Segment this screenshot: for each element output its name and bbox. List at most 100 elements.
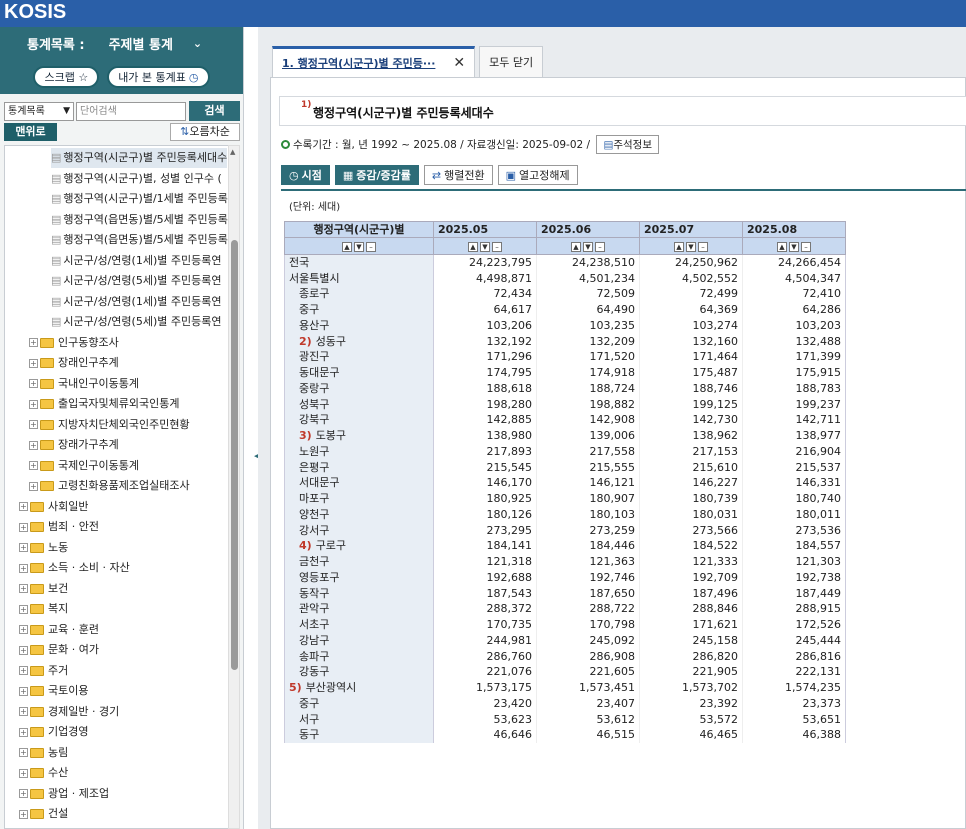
tree-leaf-table[interactable]: ▤ 시군구/성/연령(1세)별 주민등록연	[51, 251, 221, 271]
expand-icon[interactable]: +	[19, 727, 28, 737]
tree-folder[interactable]: + 출입국자및체류외국인통계	[29, 394, 179, 414]
tree-folder[interactable]: + 노동	[19, 538, 68, 558]
tree-folder[interactable]: + 범죄 · 안전	[19, 517, 99, 537]
column-header[interactable]: 2025.06	[536, 221, 640, 238]
row-footnote[interactable]: 4)	[299, 539, 312, 552]
expand-icon[interactable]: +	[19, 789, 28, 798]
expand-icon[interactable]: +	[19, 686, 28, 696]
close-icon[interactable]: ✕	[453, 55, 465, 71]
sort-desc-icon[interactable]: ▼	[354, 241, 364, 252]
note-info-button[interactable]: ▤주석정보	[596, 135, 659, 154]
expand-icon[interactable]: +	[29, 358, 38, 368]
expand-icon[interactable]: +	[19, 768, 28, 778]
expand-icon[interactable]: +	[19, 645, 28, 655]
chevron-down-icon[interactable]: ⌄	[193, 37, 202, 50]
row-footnote[interactable]: 2)	[299, 335, 312, 348]
search-button[interactable]: 검색	[189, 101, 240, 121]
sort-desc-icon[interactable]: ▼	[789, 241, 799, 252]
tree-leaf-table[interactable]: ▤ 행정구역(읍면동)별/5세별 주민등록	[51, 230, 228, 250]
sort-asc-icon[interactable]: ▲	[777, 241, 787, 252]
tree-folder[interactable]: + 고령친화용품제조업실태조사	[29, 476, 190, 496]
tree-folder[interactable]: + 건설	[19, 804, 68, 824]
tree-leaf-table[interactable]: ▤ 시군구/성/연령(1세)별 주민등록연	[51, 292, 221, 312]
expand-icon[interactable]: +	[29, 481, 38, 491]
sort-desc-icon[interactable]: ▼	[480, 241, 490, 252]
sort-asc-button[interactable]: ⇅오름차순	[170, 123, 240, 141]
expand-icon[interactable]: +	[29, 338, 38, 347]
tree-folder[interactable]: + 국내인구이동통계	[29, 374, 139, 394]
column-header[interactable]: 2025.07	[639, 221, 743, 238]
viewed-tables-button[interactable]: 내가 본 통계표 ◷	[107, 66, 210, 88]
tree-leaf-table[interactable]: ▤ 시군구/성/연령(5세)별 주민등록연	[51, 271, 221, 291]
tree-folder[interactable]: + 주거	[19, 661, 68, 681]
close-all-tabs-button[interactable]: 모두 닫기	[479, 46, 544, 77]
sort-asc-icon[interactable]: ▲	[571, 241, 581, 252]
expand-icon[interactable]: +	[29, 420, 38, 429]
expand-icon[interactable]: +	[19, 666, 28, 675]
expand-icon[interactable]: +	[19, 748, 28, 757]
expand-icon[interactable]: +	[19, 604, 28, 614]
tree-folder[interactable]: + 기업경영	[19, 722, 88, 742]
row-footnote[interactable]: 5)	[289, 681, 302, 694]
tree-folder[interactable]: + 문화 · 여가	[19, 640, 99, 660]
tree-folder[interactable]: + 인구동향조사	[29, 333, 119, 353]
sort-reset-icon[interactable]: –	[366, 241, 376, 252]
expand-icon[interactable]: +	[19, 584, 28, 593]
tree-folder[interactable]: + 장래가구추계	[29, 435, 119, 455]
column-header[interactable]: 2025.08	[742, 221, 846, 238]
expand-icon[interactable]: +	[19, 502, 28, 511]
expand-icon[interactable]: +	[19, 543, 28, 552]
sort-asc-icon[interactable]: ▲	[674, 241, 684, 252]
menu-dropdown[interactable]: 주제별 통계	[109, 34, 173, 53]
expand-icon[interactable]: +	[29, 379, 38, 388]
tree-folder[interactable]: + 경제일반 · 경기	[19, 702, 119, 722]
tree-leaf-table[interactable]: ▤ 시군구/성/연령(5세)별 주민등록연	[51, 312, 221, 332]
sort-desc-icon[interactable]: ▼	[686, 241, 696, 252]
expand-icon[interactable]: +	[19, 625, 28, 634]
sort-reset-icon[interactable]: –	[595, 241, 605, 252]
scrap-button[interactable]: 스크랩 ☆	[33, 66, 100, 88]
sort-reset-icon[interactable]: –	[801, 241, 811, 252]
expand-icon[interactable]: +	[29, 440, 38, 450]
column-header[interactable]: 2025.05	[433, 221, 537, 238]
row-footnote[interactable]: 3)	[299, 429, 312, 442]
expand-icon[interactable]: +	[19, 522, 28, 532]
pivot-button[interactable]: ⇄ 행렬전환	[423, 165, 493, 185]
tree-folder[interactable]: + 소득 · 소비 · 자산	[19, 558, 130, 578]
tree-folder[interactable]: + 사회일반	[19, 497, 88, 517]
sort-asc-icon[interactable]: ▲	[468, 241, 478, 252]
tree-folder[interactable]: + 국토이용	[19, 681, 88, 701]
scroll-up-icon[interactable]: ▲	[230, 148, 235, 156]
tree-scroll-thumb[interactable]	[231, 240, 238, 670]
expand-icon[interactable]: +	[19, 809, 28, 819]
expand-icon[interactable]: +	[29, 399, 38, 409]
menu-up-button[interactable]: 맨위로	[4, 123, 57, 141]
title-footnote[interactable]: 1)	[301, 100, 311, 110]
search-input[interactable]: 단어검색	[76, 102, 186, 121]
expand-icon[interactable]: +	[29, 461, 38, 470]
expand-icon[interactable]: +	[19, 707, 28, 716]
tree-leaf-table[interactable]: ▤ 행정구역(시군구)별 주민등록세대수	[51, 148, 228, 168]
row-header-title[interactable]: 행정구역(시군구)별	[284, 221, 434, 238]
tree-folder[interactable]: + 지방자치단체외국인주민현황	[29, 415, 190, 435]
tree-folder[interactable]: + 장래인구추계	[29, 353, 119, 373]
search-scope-select[interactable]: 통계목록 ▼	[4, 102, 74, 121]
tree-leaf-table[interactable]: ▤ 행정구역(시군구)별/1세별 주민등록	[51, 189, 228, 209]
sort-desc-icon[interactable]: ▼	[583, 241, 593, 252]
sort-asc-icon[interactable]: ▲	[342, 241, 352, 252]
expand-icon[interactable]: +	[19, 563, 28, 573]
tree-leaf-table[interactable]: ▤ 행정구역(읍면동)별/5세별 주민등록	[51, 210, 228, 230]
time-button[interactable]: ◷ 시점	[281, 165, 330, 185]
tree-leaf-table[interactable]: ▤ 행정구역(시군구)별, 성별 인구수 (	[51, 169, 222, 189]
tree-folder[interactable]: +교통 · 물류	[19, 825, 99, 829]
tree-folder[interactable]: + 농림	[19, 743, 68, 763]
tree-folder[interactable]: + 복지	[19, 599, 68, 619]
sort-reset-icon[interactable]: –	[698, 241, 708, 252]
tree-folder[interactable]: + 보건	[19, 579, 68, 599]
sort-reset-icon[interactable]: –	[492, 241, 502, 252]
tree-scrollbar[interactable]: ▲	[228, 145, 240, 829]
unfreeze-button[interactable]: ▣ 열고정해제	[497, 165, 578, 185]
tree-folder[interactable]: + 수산	[19, 763, 68, 783]
kosis-logo[interactable]: KOSIS	[4, 1, 66, 24]
tree-folder[interactable]: + 교육 · 훈련	[19, 620, 99, 640]
